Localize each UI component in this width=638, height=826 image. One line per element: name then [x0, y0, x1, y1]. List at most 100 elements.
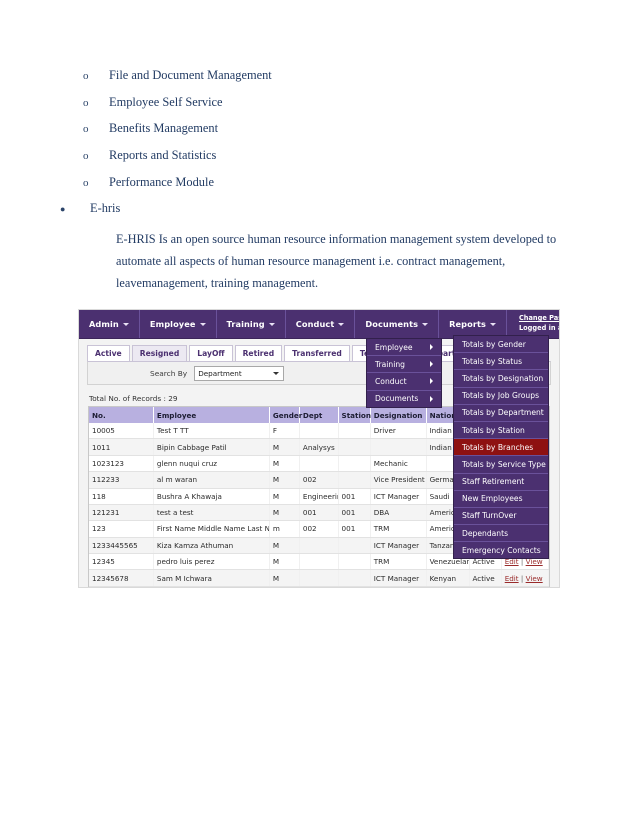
- tab-layoff[interactable]: LayOff: [189, 345, 233, 361]
- list-marker: o: [83, 150, 89, 163]
- menu-item-report-10[interactable]: Staff TurnOver: [454, 508, 548, 526]
- cell-dept: [299, 423, 339, 440]
- cell-nationality: Kenyan: [426, 569, 470, 587]
- menu-item-report-11[interactable]: Dependants: [454, 525, 548, 543]
- cell-designation: Vice President: [370, 471, 427, 489]
- menu-item-label: Totals by Service Type: [462, 459, 546, 469]
- list-marker: o: [83, 70, 89, 82]
- nav-item-training[interactable]: Training: [217, 310, 286, 338]
- cell-designation: Mechanic: [370, 455, 427, 473]
- list-item: o Reports and Statistics: [0, 148, 638, 163]
- menu-item-label: Totals by Status: [462, 356, 523, 366]
- cell-gender: M: [269, 488, 300, 505]
- col-designation[interactable]: Designation: [370, 407, 427, 423]
- menu-item-report-12[interactable]: Emergency Contacts: [454, 542, 548, 558]
- nav-item-admin[interactable]: Admin: [79, 310, 140, 338]
- menu-item-label: Totals by Job Groups: [462, 391, 540, 401]
- table-row[interactable]: 171718Penny SmithfTransport001TRMKenyanA…: [89, 586, 550, 587]
- change-password-link[interactable]: Change Password: [519, 314, 559, 322]
- cell-station: [338, 438, 371, 456]
- nav-item-label: Documents: [365, 319, 419, 329]
- table-row[interactable]: 12345678 Sam M Ichwara M ICT Manager Kenyan A…: [89, 569, 550, 587]
- cell-employee: First Name Middle Name Last Name: [153, 520, 270, 538]
- cell-no: 1233445565: [89, 537, 154, 555]
- cell-employee: Test T TT: [153, 423, 270, 440]
- col-no[interactable]: No.: [89, 407, 154, 423]
- menu-item-conduct[interactable]: Conduct: [367, 373, 441, 391]
- list-item: o File and Document Management: [0, 68, 638, 83]
- chevron-right-icon: [430, 361, 433, 368]
- cell-gender: f: [269, 586, 300, 587]
- cell-dept: 002: [299, 520, 339, 538]
- nav-item-label: Admin: [89, 319, 119, 329]
- cell-station: [338, 455, 371, 473]
- cell-no: 1023123: [89, 455, 154, 473]
- col-station[interactable]: Station: [338, 407, 371, 423]
- cell-no: 12345: [89, 553, 154, 571]
- menu-item-report-8[interactable]: Staff Retirement: [454, 474, 548, 491]
- tab-transferred[interactable]: Transferred: [284, 345, 350, 361]
- nav-item-label: Employee: [149, 319, 196, 329]
- menu-item-report-2[interactable]: Totals by Designation: [454, 370, 548, 388]
- tab-active[interactable]: Active: [87, 345, 130, 361]
- chevron-down-icon: [273, 371, 280, 375]
- tab-resigned[interactable]: Resigned: [131, 345, 188, 361]
- nav-item-label: Training: [226, 319, 265, 329]
- cell-no: 12345678: [89, 569, 154, 587]
- nav-item-conduct[interactable]: Conduct: [286, 310, 356, 338]
- cell-no: 123: [89, 520, 154, 538]
- cell-dept: [299, 537, 339, 555]
- menu-item-label: New Employees: [462, 494, 523, 504]
- cell-gender: m: [269, 520, 300, 538]
- cell-designation: DBA: [370, 504, 427, 522]
- cell-status: Active: [469, 569, 502, 587]
- list-marker: o: [83, 176, 89, 189]
- nav-item-reports[interactable]: Reports: [439, 310, 507, 338]
- cell-designation: Driver: [370, 423, 427, 440]
- nav-item-label: Conduct: [295, 319, 335, 329]
- cell-station: [338, 569, 371, 587]
- menu-item-label: Totals by Gender: [462, 339, 526, 349]
- menu-item-report-4[interactable]: Totals by Department: [454, 405, 548, 422]
- menu-item-report-6[interactable]: Totals by Branches: [454, 439, 548, 457]
- cell-dept: [299, 553, 339, 571]
- menu-item-report-0[interactable]: Totals by Gender: [454, 336, 548, 354]
- cell-station: 001: [338, 586, 371, 587]
- nav-item-documents[interactable]: Documents: [355, 310, 440, 338]
- chevron-down-icon: [489, 322, 496, 326]
- menu-item-report-5[interactable]: Totals by Station: [454, 422, 548, 440]
- menu-item-report-7[interactable]: Totals by Service Type: [454, 456, 548, 474]
- col-employee[interactable]: Employee: [153, 407, 270, 423]
- menu-item-report-3[interactable]: Totals by Job Groups: [454, 388, 548, 405]
- chevron-down-icon: [422, 322, 429, 326]
- cell-station: [338, 423, 371, 440]
- menu-item-report-1[interactable]: Totals by Status: [454, 353, 548, 371]
- tab-retired[interactable]: Retired: [234, 345, 283, 361]
- menu-item-label: Totals by Branches: [462, 442, 534, 452]
- nav-item-employee[interactable]: Employee: [140, 310, 217, 338]
- search-by-label: Search By: [150, 368, 188, 378]
- search-by-select[interactable]: Department: [194, 365, 285, 381]
- cell-designation: [370, 438, 427, 456]
- edit-link[interactable]: Edit: [505, 574, 519, 583]
- cell-dept: Analysys: [299, 438, 339, 456]
- cell-actions: Edit | View: [501, 569, 550, 587]
- view-link[interactable]: View: [526, 574, 543, 583]
- menu-item-report-9[interactable]: New Employees: [454, 491, 548, 508]
- cell-dept: [299, 455, 339, 473]
- description-paragraph: E-HRIS Is an open source human resource …: [116, 232, 557, 291]
- cell-no: 171718: [89, 586, 154, 587]
- col-gender[interactable]: Gender: [269, 407, 302, 423]
- cell-actions: Edit | View: [501, 586, 550, 587]
- menu-item-documents[interactable]: Documents: [367, 391, 441, 407]
- menu-item-label: Documents: [375, 394, 419, 404]
- reports-submenu: Employee Training Conduct Documents: [366, 338, 442, 408]
- cell-employee: Bushra A Khawaja: [153, 488, 270, 505]
- menu-item-employee[interactable]: Employee: [367, 339, 441, 357]
- col-dept[interactable]: Dept: [299, 407, 339, 423]
- cell-station: [338, 537, 371, 555]
- cell-gender: M: [269, 553, 300, 571]
- menu-item-label: Totals by Department: [462, 408, 544, 418]
- menu-item-label: Conduct: [375, 376, 407, 386]
- menu-item-training[interactable]: Training: [367, 356, 441, 374]
